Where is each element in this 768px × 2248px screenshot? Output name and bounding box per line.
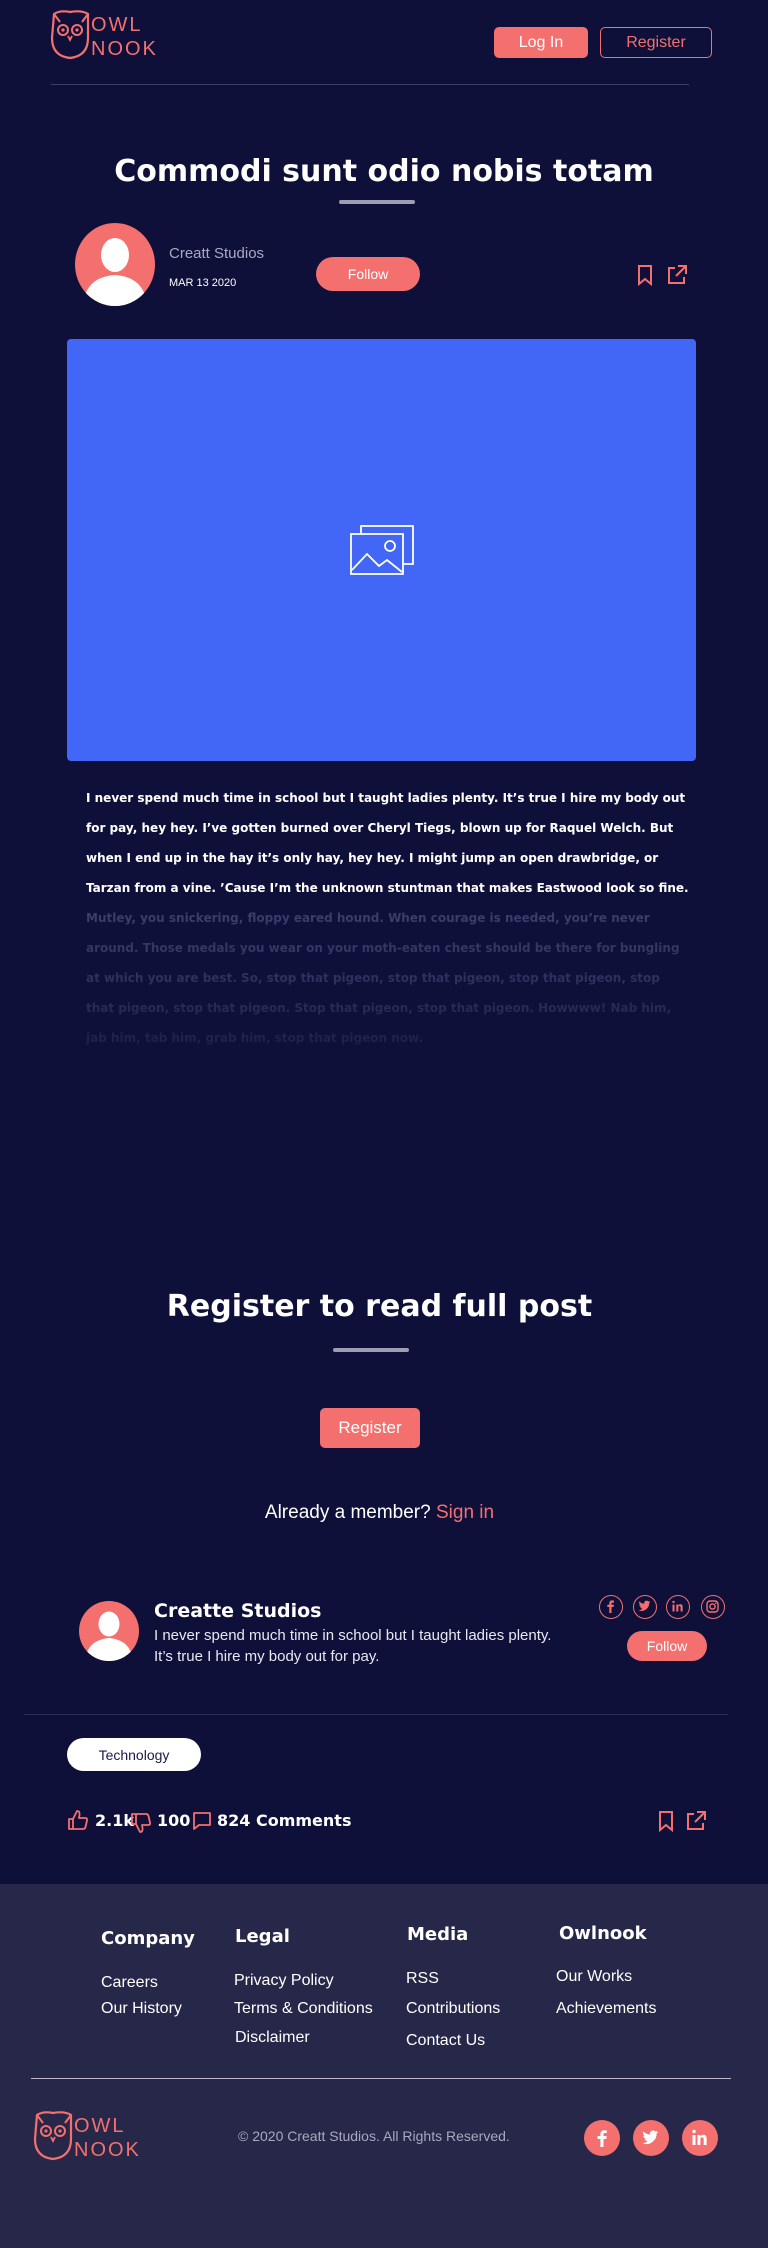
footer-heading-media: Media [407,1924,469,1945]
member-prompt: Already a member? Sign in [0,1502,759,1524]
footer-link-rss[interactable]: RSS [406,1970,439,1988]
site-logo[interactable]: OWL NOOK [48,8,168,60]
register-button[interactable]: Register [320,1408,420,1448]
comments-count[interactable]: 824 Comments [217,1810,351,1832]
twitter-glyph [642,2130,659,2145]
footer-logo-text-owl: OWL [74,2115,126,2137]
register-underline [333,1348,409,1352]
thumbs-up-icon[interactable] [67,1809,89,1831]
site-footer: Company Careers Our History Legal Privac… [0,1884,768,2248]
hero-image [67,339,696,761]
footer-link-terms[interactable]: Terms & Conditions [234,2000,373,2018]
author-card-bio: I never spend much time in school but I … [154,1627,552,1665]
linkedin-glyph [672,1600,683,1612]
facebook-icon[interactable] [584,2120,620,2156]
article-body-faded: Mutley, you snickering, floppy eared hou… [86,903,692,1053]
footer-heading-owlnook: Owlnook [559,1923,647,1944]
facebook-glyph [597,2130,607,2147]
login-button[interactable]: Log In [494,27,588,58]
instagram-glyph [706,1600,719,1613]
register-button-header[interactable]: Register [600,27,712,58]
person-silhouette-icon [83,238,147,306]
facebook-glyph [607,1600,614,1613]
section-divider [24,1714,728,1715]
article-preview: I never spend much time in school but I … [86,783,692,903]
footer-link-achievements[interactable]: Achievements [556,2000,657,2018]
header-divider [51,84,689,85]
instagram-icon[interactable] [701,1595,725,1619]
post-date: MAR 13 2020 [169,277,237,289]
linkedin-glyph [692,2129,707,2145]
image-placeholder-icon [350,525,414,575]
thumbs-down-icon[interactable] [130,1812,152,1834]
likes-count: 2.1k [95,1811,134,1830]
logo-text-nook: NOOK [91,38,158,60]
logo-text-owl: OWL [91,14,143,36]
footer-logo[interactable]: OWL NOOK [31,2109,151,2161]
footer-link-careers[interactable]: Careers [101,1974,158,1992]
person-silhouette-icon [85,1611,133,1661]
twitter-icon[interactable] [633,2120,669,2156]
footer-divider [31,2078,731,2079]
footer-link-disclaimer[interactable]: Disclaimer [235,2029,310,2047]
owl-logo-icon [33,2111,73,2161]
tag-technology[interactable]: Technology [67,1738,201,1771]
follow-button[interactable]: Follow [316,257,420,291]
comment-icon[interactable] [192,1811,212,1831]
article-paragraph-1: I never spend much time in school but I … [86,791,689,895]
site-header: OWL NOOK Log In Register [0,0,768,86]
owl-logo-icon [50,10,90,60]
post-title: Commodi sunt odio nobis totam [114,154,654,189]
twitter-icon[interactable] [633,1595,657,1619]
footer-heading-legal: Legal [235,1926,290,1947]
author-card-name[interactable]: Creatte Studios [154,1600,321,1622]
dislikes-count: 100 [157,1811,191,1830]
footer-logo-text-nook: NOOK [74,2139,141,2161]
title-underline [339,200,415,204]
twitter-glyph [638,1600,651,1611]
share-icon-bottom[interactable] [685,1810,707,1832]
copyright-text: © 2020 Creatt Studios. All Rights Reserv… [238,2128,510,2144]
linkedin-icon[interactable] [682,2120,718,2156]
member-text: Already a member? [264,1502,431,1523]
author-avatar[interactable] [75,223,155,306]
share-icon[interactable] [666,264,688,286]
author-card-avatar[interactable] [79,1601,139,1661]
author-name[interactable]: Creatt Studios [169,245,264,262]
footer-link-our-works[interactable]: Our Works [556,1968,632,1986]
footer-link-privacy-policy[interactable]: Privacy Policy [234,1972,334,1990]
article-body: I never spend much time in school but I … [86,783,692,903]
author-card-follow-button[interactable]: Follow [627,1631,707,1661]
register-prompt-title: Register to read full post [166,1289,593,1324]
signin-link[interactable]: Sign in [436,1502,494,1523]
facebook-icon[interactable] [599,1595,623,1619]
bookmark-icon[interactable] [634,264,656,286]
article-paragraph-2: Mutley, you snickering, floppy eared hou… [86,903,692,1053]
footer-link-our-history[interactable]: Our History [101,2000,182,2018]
footer-link-contact-us[interactable]: Contact Us [406,2032,485,2050]
linkedin-icon[interactable] [666,1595,690,1619]
footer-heading-company: Company [101,1928,195,1949]
bookmark-icon-bottom[interactable] [655,1810,677,1832]
footer-link-contributions[interactable]: Contributions [406,2000,500,2018]
